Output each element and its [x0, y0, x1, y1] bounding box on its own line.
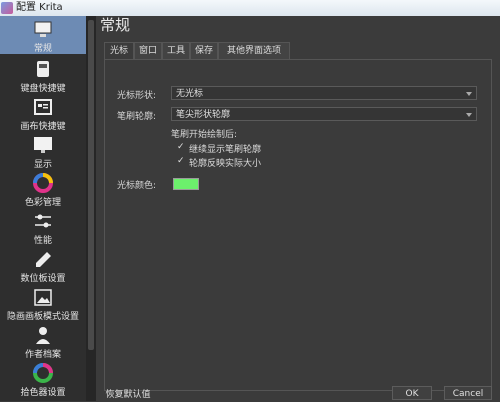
color-picker-icon [33, 363, 53, 383]
sidebar-item-author-profile[interactable]: 作者档案 [0, 322, 86, 360]
restore-defaults-button[interactable]: 恢复默认值 [100, 388, 156, 402]
person-icon [36, 327, 50, 344]
keyboard-icon [37, 61, 49, 77]
checkmark-icon: ✓ [177, 156, 185, 166]
sidebar-item-label: 常规 [33, 44, 52, 54]
page-title: 常规 [100, 16, 131, 34]
sliders-icon [35, 214, 51, 228]
window-title: 配置 Krita [16, 2, 63, 13]
brush-outline-combobox[interactable]: 笔尖形状轮廓 [171, 107, 477, 121]
after-paint-label: 笔刷开始绘制后: [171, 130, 238, 140]
cursor-shape-label: 光标形状: [117, 91, 157, 101]
sidebar-item-canvas-only-mode[interactable]: 隐画画板模式设置 [0, 284, 86, 322]
monitor-icon [34, 137, 52, 153]
ok-button[interactable]: OK [392, 386, 432, 400]
pen-icon [36, 252, 51, 267]
tab-save[interactable]: 保存 [190, 42, 218, 59]
cursor-color-swatch[interactable] [173, 178, 199, 190]
title-bar: 配置 Krita [0, 0, 500, 16]
sidebar-item-general[interactable]: 常规 [0, 16, 86, 54]
sidebar-item-canvas-shortcuts[interactable]: 画布快捷键 [0, 94, 86, 132]
cursor-shape-combobox[interactable]: 无光标 [171, 86, 477, 100]
sidebar-item-label: 显示 [33, 160, 52, 170]
sidebar-item-label: 色彩管理 [24, 198, 61, 208]
sidebar-item-label: 隐画画板模式设置 [6, 312, 79, 322]
sidebar-item-display[interactable]: 显示 [0, 132, 86, 170]
sidebar-item-label: 数位板设置 [20, 274, 66, 284]
sidebar-item-performance[interactable]: 性能 [0, 208, 86, 246]
sidebar-scrollbar[interactable] [86, 16, 96, 401]
tab-window[interactable]: 窗口 [134, 42, 162, 59]
color-wheel-icon [33, 173, 53, 193]
sidebar-item-color-management[interactable]: 色彩管理 [0, 170, 86, 208]
canvas-shortcut-icon [34, 99, 52, 115]
settings-sidebar: 常规 键盘快捷键 画布快捷键 显示 色彩管理 性能 数位板设置 隐画画板模式设置… [0, 16, 86, 401]
sidebar-item-label: 键盘快捷键 [20, 84, 66, 94]
sidebar-item-color-selector-settings[interactable]: 拾色器设置 [0, 360, 86, 398]
sidebar-item-label: 画布快捷键 [20, 122, 66, 132]
tab-tools[interactable]: 工具 [162, 42, 190, 59]
cancel-button[interactable]: Cancel [444, 386, 492, 400]
cursor-settings-panel: 光标形状: 无光标 笔刷轮廓: 笔尖形状轮廓 笔刷开始绘制后: ✓ 继续显示笔刷… [104, 59, 492, 391]
computer-icon [34, 21, 52, 37]
brush-outline-value: 笔尖形状轮廓 [176, 110, 231, 120]
krita-app-icon [1, 2, 13, 14]
sidebar-item-label: 性能 [33, 236, 52, 246]
image-icon [34, 289, 52, 306]
chevron-down-icon [466, 92, 472, 96]
sidebar-item-label: 拾色器设置 [20, 388, 66, 398]
checkmark-icon: ✓ [177, 142, 185, 152]
tab-cursor[interactable]: 光标 [104, 42, 134, 60]
checkbox-label: 继续显示笔刷轮廓 [189, 145, 262, 155]
sidebar-scrollbar-thumb[interactable] [88, 20, 94, 350]
settings-main: 常规 光标 窗口 工具 保存 其他界面选项 光标形状: 无光标 笔刷轮廓: 笔尖… [96, 16, 500, 401]
sidebar-item-keyboard-shortcuts[interactable]: 键盘快捷键 [0, 56, 86, 94]
brush-outline-label: 笔刷轮廓: [117, 112, 157, 122]
tab-other-ui-options[interactable]: 其他界面选项 [218, 42, 290, 59]
sidebar-item-tablet-settings[interactable]: 数位板设置 [0, 246, 86, 284]
cursor-color-label: 光标颜色: [117, 181, 157, 191]
sidebar-item-label: 作者档案 [24, 350, 61, 360]
chevron-down-icon [466, 113, 472, 117]
cursor-shape-value: 无光标 [176, 89, 204, 99]
checkbox-label: 轮廓反映实际大小 [189, 159, 262, 169]
